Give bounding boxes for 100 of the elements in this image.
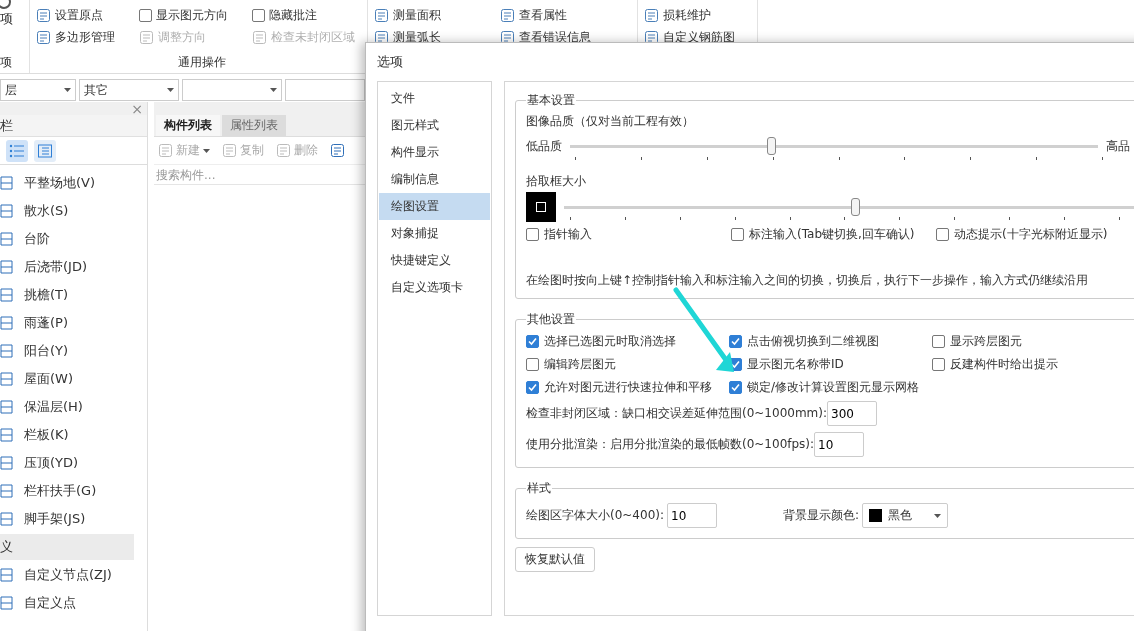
component-icon — [0, 203, 14, 219]
ribbon-button[interactable]: 损耗维护 — [663, 6, 711, 24]
category-item[interactable]: 绘图设置 — [379, 193, 490, 220]
caret-icon — [934, 513, 942, 518]
component-icon — [0, 483, 14, 499]
checkbox[interactable] — [729, 381, 742, 394]
tab[interactable]: 构件列表 — [156, 115, 220, 136]
checkbox[interactable] — [252, 8, 265, 22]
component-icon — [0, 371, 14, 387]
group-label: 通用操作 — [176, 54, 227, 71]
nav-item[interactable]: 屋面(W) — [0, 365, 147, 393]
checkbox-label[interactable]: 动态提示(十字光标附近显示) — [954, 226, 1108, 243]
category-item[interactable]: 文件 — [379, 85, 490, 112]
category-item[interactable]: 对象捕捉 — [379, 220, 490, 247]
tool-icon — [499, 29, 515, 45]
reset-button[interactable]: 恢复默认值 — [515, 547, 595, 572]
tool-icon — [36, 7, 51, 23]
checkbox[interactable] — [139, 8, 152, 22]
section-header[interactable]: 义 — [0, 534, 134, 560]
ribbon-button[interactable]: 查看属性 — [518, 6, 567, 24]
setting-label: 图像品质（仅对当前工程有效） — [526, 113, 695, 130]
ribbon-button[interactable]: 测量弧长 — [393, 28, 441, 46]
caret-icon — [270, 88, 277, 92]
checkbox-label[interactable]: 隐藏批注 — [269, 6, 317, 24]
ribbon-button[interactable]: 设置原点 — [55, 6, 103, 24]
list-view-button[interactable] — [6, 139, 28, 162]
ribbon-button[interactable]: 多边形管理 — [55, 28, 115, 46]
component-icon — [0, 259, 14, 275]
checkbox-label[interactable]: 显示跨层图元 — [950, 333, 1022, 350]
checkbox-label[interactable]: 标注输入(Tab键切换,回车确认) — [749, 226, 915, 243]
nav-item[interactable]: 阳台(Y) — [0, 337, 147, 365]
nav-item[interactable]: 栏杆扶手(G) — [0, 477, 147, 505]
input-field[interactable]: 300 — [827, 401, 877, 426]
nav-item[interactable]: 自定义点 — [0, 589, 147, 617]
nav-item[interactable]: 栏板(K) — [0, 421, 147, 449]
ribbon-button-label[interactable]: 项 — [0, 10, 29, 28]
checkbox-label[interactable]: 选择已选图元时取消选择 — [544, 333, 676, 350]
input-field[interactable]: 10 — [814, 432, 865, 457]
slider-thumb[interactable] — [766, 136, 776, 155]
field-label: 绘图区字体大小(0~400): — [526, 507, 664, 524]
checkbox[interactable] — [526, 228, 539, 241]
pick-box-preview — [526, 192, 556, 222]
checkbox[interactable] — [731, 228, 744, 241]
detail-view-button[interactable] — [34, 139, 56, 162]
nav-item[interactable]: 挑檐(T) — [0, 281, 147, 309]
nav-item[interactable]: 雨蓬(P) — [0, 309, 147, 337]
checkbox-label[interactable]: 点击俯视切换到二维视图 — [747, 333, 879, 350]
ribbon-button[interactable]: 测量面积 — [393, 6, 441, 24]
checkbox[interactable] — [932, 358, 945, 371]
checkbox-label[interactable]: 反建构件时给出提示 — [950, 356, 1058, 373]
tool-icon — [330, 143, 345, 158]
component-icon — [0, 343, 14, 359]
checkbox[interactable] — [932, 335, 945, 348]
color-swatch — [869, 509, 883, 522]
checkbox[interactable] — [729, 335, 742, 348]
slider-thumb[interactable] — [851, 197, 861, 216]
checkbox-label[interactable]: 允许对图元进行快速拉伸和平移 — [544, 379, 712, 396]
component-icon — [0, 595, 14, 611]
tool-icon — [374, 29, 389, 45]
checkbox[interactable] — [936, 228, 949, 241]
color-dropdown[interactable]: 黑色 — [862, 503, 949, 528]
tab[interactable]: 属性列表 — [222, 115, 286, 136]
tool-icon — [644, 7, 659, 23]
panel-title: 栏 — [0, 116, 13, 135]
component-icon — [0, 175, 14, 191]
checkbox[interactable] — [526, 381, 539, 394]
nav-item[interactable]: 脚手架(JS) — [0, 505, 147, 533]
nav-item[interactable]: 散水(S) — [0, 197, 147, 225]
ribbon-button[interactable]: 查看错误信息 — [518, 28, 591, 46]
dropdown[interactable]: 层 — [0, 79, 76, 101]
category-item[interactable]: 构件显示 — [379, 139, 490, 166]
nav-item[interactable]: 后浇带(JD) — [0, 253, 147, 281]
tool-icon — [139, 29, 154, 45]
checkbox-label[interactable]: 编辑跨层图元 — [544, 356, 616, 373]
category-item[interactable]: 快捷键定义 — [379, 247, 490, 274]
checkbox-label[interactable]: 锁定/修改计算设置图元显示网格 — [747, 379, 920, 396]
dropdown[interactable]: 其它 — [79, 79, 179, 101]
checkbox-label[interactable]: 显示图元方向 — [156, 6, 228, 24]
category-item[interactable]: 自定义选项卡 — [379, 274, 490, 301]
component-icon — [0, 427, 14, 443]
nav-item[interactable]: 压顶(YD) — [0, 449, 147, 477]
caret-icon — [64, 88, 71, 92]
checkbox-label[interactable]: 指针输入 — [544, 226, 592, 243]
caret-icon — [203, 148, 210, 153]
setting-label: 拾取框大小 — [526, 173, 587, 190]
nav-item[interactable]: 平整场地(V) — [0, 169, 147, 197]
checkbox[interactable] — [526, 335, 539, 348]
nav-item[interactable]: 自定义节点(ZJ) — [0, 561, 147, 589]
input-field[interactable]: 10 — [667, 503, 717, 528]
nav-item[interactable]: 台阶 — [0, 225, 147, 253]
ribbon-button[interactable]: 自定义钢筋图 — [663, 28, 735, 46]
nav-item[interactable]: 保温层(H) — [0, 393, 147, 421]
component-icon — [0, 511, 14, 527]
group-label: 项 — [0, 54, 13, 71]
field-label: 背景显示颜色: — [783, 507, 860, 524]
group-title: 其他设置 — [526, 311, 576, 328]
checkbox[interactable] — [526, 358, 539, 371]
component-icon — [0, 399, 14, 415]
checkbox-label[interactable]: 显示图元名称带ID — [747, 356, 844, 373]
category-item[interactable]: 图元样式 — [379, 112, 490, 139]
